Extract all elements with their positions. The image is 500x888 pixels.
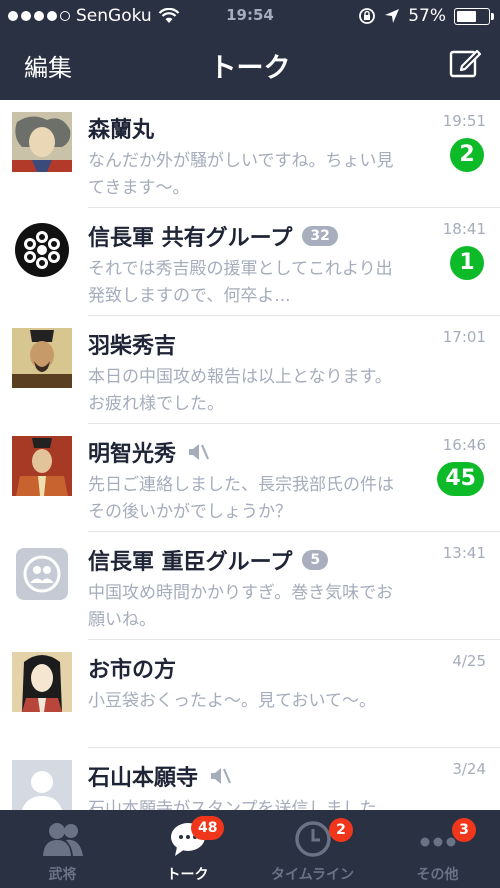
chat-time: 19:51 — [442, 112, 486, 130]
tab-label: その他 — [416, 867, 459, 883]
tab-badge: 48 — [191, 816, 225, 840]
avatar — [12, 436, 72, 496]
unread-badge: 2 — [450, 138, 484, 172]
unread-badge: 1 — [450, 246, 484, 280]
people-icon — [43, 823, 83, 856]
tab-bar: 武将 48 トーク 2 タイムライン 3 その他 — [0, 810, 500, 888]
chat-row[interactable]: 信長軍 共有グループ 32 それでは秀吉殿の援軍としてこれより出発致しますので、… — [0, 208, 500, 316]
chat-preview: 本日の中国攻め報告は以上となります。お疲れ様でした。 — [88, 367, 392, 414]
battery-percent: 57% — [408, 6, 446, 26]
chat-row[interactable]: お市の方 小豆袋おくったよ〜。見ておいて〜。 4/25 — [0, 640, 500, 748]
tab-badge: 3 — [452, 818, 476, 842]
page-title: トーク — [209, 53, 291, 84]
chat-time: 3/24 — [452, 760, 486, 778]
avatar — [12, 112, 72, 172]
chat-time: 4/25 — [452, 652, 486, 670]
tab-badge: 2 — [329, 818, 353, 842]
chat-row[interactable]: 石山本願寺 石山本願寺がスタンプを送信しました 3/24 — [0, 748, 500, 810]
chat-name: 石山本願寺 — [88, 766, 199, 791]
chat-list[interactable]: 森蘭丸 なんだか外が騒がしいですね。ちょい見てきます〜。 19:51 2 信長軍… — [0, 100, 500, 810]
chat-name: お市の方 — [88, 658, 177, 683]
tab-friends[interactable]: 武将 — [0, 810, 125, 888]
tab-more[interactable]: 3 その他 — [375, 810, 500, 888]
chat-name: 森蘭丸 — [88, 118, 155, 143]
nav-bar: 編集 トーク — [0, 32, 500, 100]
unread-badge: 45 — [437, 462, 484, 496]
chat-row[interactable]: 信長軍 重臣グループ 5 中国攻め時間かかりすぎ。巻き気味でお願いね。 13:4… — [0, 532, 500, 640]
chat-preview: 先日ご連絡しました、長宗我部氏の件はその後いかがでしょうか？ — [88, 475, 394, 522]
chat-row[interactable]: 森蘭丸 なんだか外が騒がしいですね。ちょい見てきます〜。 19:51 2 — [0, 100, 500, 208]
tab-label: タイムライン — [270, 867, 355, 883]
chat-preview: 小豆袋おくったよ〜。見ておいて〜。 — [88, 691, 376, 711]
rotation-lock-icon — [359, 8, 376, 24]
top-bar: SenGoku 19:54 57% 編集 トーク — [0, 0, 500, 100]
group-avatar-icon — [16, 548, 68, 600]
chat-time: 16:46 — [442, 436, 486, 454]
chat-time: 18:41 — [442, 220, 486, 238]
chat-preview: なんだか外が騒がしいですね。ちょい見てきます〜。 — [88, 151, 394, 198]
avatar — [12, 220, 72, 280]
chat-preview: それでは秀吉殿の援軍としてこれより出発致しますので、何卒よ... — [88, 259, 393, 306]
chat-name: 羽柴秀吉 — [88, 334, 177, 359]
location-icon — [385, 9, 400, 23]
mute-icon — [189, 444, 210, 460]
clock-icon — [295, 821, 331, 857]
member-count-badge: 5 — [302, 550, 329, 570]
member-count-badge: 32 — [302, 226, 338, 246]
battery-icon — [454, 7, 494, 25]
tab-talk[interactable]: 48 トーク — [125, 810, 250, 888]
chat-name: 信長軍 共有グループ — [88, 226, 293, 251]
chat-time: 13:41 — [442, 544, 486, 562]
chat-preview: 中国攻め時間かかりすぎ。巻き気味でお願いね。 — [88, 583, 394, 630]
mute-icon — [211, 768, 232, 784]
chat-time: 17:01 — [442, 328, 486, 346]
avatar — [12, 328, 72, 388]
status-bar: SenGoku 19:54 57% — [0, 0, 500, 32]
chat-name: 明智光秀 — [88, 442, 177, 467]
tab-label: 武将 — [48, 867, 77, 883]
tab-timeline[interactable]: 2 タイムライン — [250, 810, 375, 888]
chat-row[interactable]: 羽柴秀吉 本日の中国攻め報告は以上となります。お疲れ様でした。 17:01 — [0, 316, 500, 424]
default-avatar-icon — [12, 760, 72, 810]
compose-icon[interactable] — [448, 46, 482, 80]
chat-row[interactable]: 明智光秀 先日ご連絡しました、長宗我部氏の件はその後いかがでしょうか？ 16:4… — [0, 424, 500, 532]
avatar — [12, 652, 72, 712]
chat-preview: 石山本願寺がスタンプを送信しました — [88, 799, 377, 810]
tab-label: トーク — [166, 867, 209, 883]
chat-name: 信長軍 重臣グループ — [88, 550, 293, 575]
